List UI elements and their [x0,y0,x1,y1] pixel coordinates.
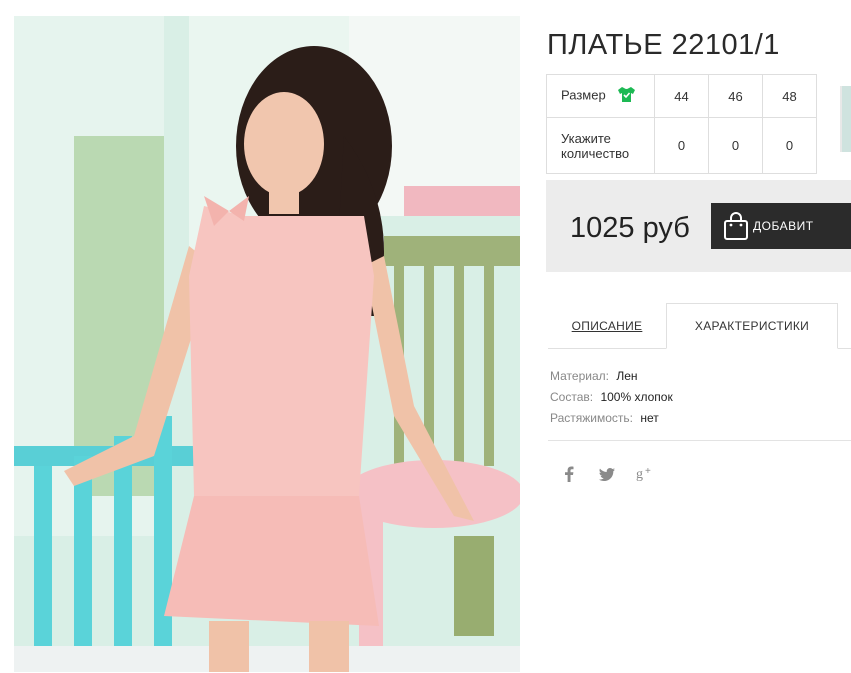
size-48[interactable]: 48 [762,74,817,118]
tab-characteristics[interactable]: ХАРАКТЕРИСТИКИ [666,303,838,349]
size-row: Размер 44 46 48 [546,74,817,118]
quantity-label-cell: Укажите количество [546,117,655,174]
spec-value: Лен [616,369,638,383]
quantity-input-48[interactable]: 0 [762,117,817,174]
spec-composition: Состав: 100% хлопок [550,387,673,408]
size-label-cell: Размер [546,74,655,118]
tshirt-icon[interactable] [617,86,636,106]
quantity-row: Укажите количество 0 0 0 [546,117,817,174]
add-to-cart-button[interactable]: ДОБАВИТ [711,203,851,249]
spec-stretch: Растяжимость: нет [550,408,673,429]
spec-value: 100% хлопок [600,390,673,404]
divider [548,440,851,441]
svg-text:g: g [636,467,643,482]
purchase-box: 1025 руб ДОБАВИТ [546,180,851,272]
size-quantity-table: Размер 44 46 48 Укажите количество 0 0 0 [546,74,817,174]
spec-label: Материал: [550,369,609,383]
shopping-bag-icon [723,211,749,244]
spec-label: Состав: [550,390,594,404]
quantity-label-line1: Укажите [561,130,611,146]
tab-description[interactable]: ОПИСАНИЕ [548,303,666,348]
svg-text:+: + [645,466,651,477]
social-share: g + [560,464,654,484]
product-tabs: ОПИСАНИЕ ХАРАКТЕРИСТИКИ [548,303,851,349]
spec-value: нет [640,411,659,425]
price: 1025 руб [570,212,690,244]
product-thumbnail[interactable] [840,86,851,152]
quantity-label-line2: количество [561,145,630,161]
quantity-input-44[interactable]: 0 [654,117,709,174]
size-label: Размер [561,87,606,103]
quantity-input-46[interactable]: 0 [708,117,763,174]
spec-material: Материал: Лен [550,366,673,387]
size-46[interactable]: 46 [708,74,763,118]
google-plus-icon[interactable]: g + [636,464,654,484]
product-title: ПЛАТЬЕ 22101/1 [547,29,780,62]
product-photo[interactable] [14,16,520,672]
spec-label: Растяжимость: [550,411,634,425]
add-to-cart-label: ДОБАВИТ [753,219,814,233]
twitter-icon[interactable] [598,464,616,484]
size-44[interactable]: 44 [654,74,709,118]
facebook-icon[interactable] [560,464,578,484]
characteristics-list: Материал: Лен Состав: 100% хлопок Растяж… [550,366,673,429]
